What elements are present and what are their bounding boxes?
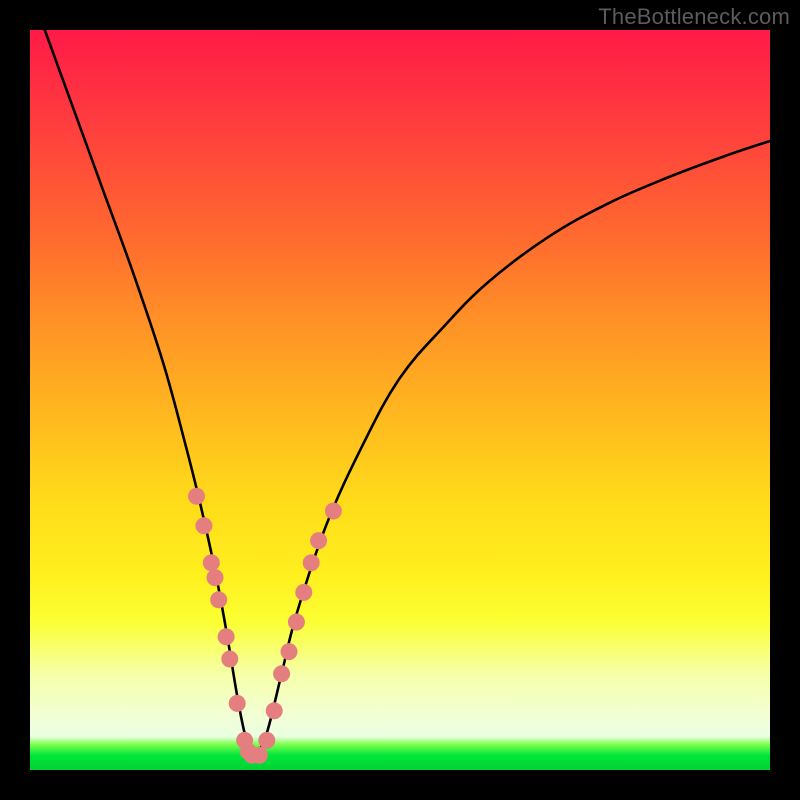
- highlight-dots: [188, 488, 342, 764]
- marker-dot: [325, 503, 342, 520]
- plot-area: [30, 30, 770, 770]
- marker-dot: [218, 628, 235, 645]
- curve-layer: [30, 30, 770, 770]
- bottleneck-curve: [45, 30, 770, 758]
- marker-dot: [258, 732, 275, 749]
- chart-frame: TheBottleneck.com: [0, 0, 800, 800]
- marker-dot: [310, 532, 327, 549]
- marker-dot: [207, 569, 224, 586]
- marker-dot: [188, 488, 205, 505]
- marker-dot: [221, 651, 238, 668]
- marker-dot: [229, 695, 246, 712]
- marker-dot: [281, 643, 298, 660]
- marker-dot: [195, 517, 212, 534]
- watermark-text: TheBottleneck.com: [598, 4, 790, 30]
- marker-dot: [203, 554, 220, 571]
- marker-dot: [303, 554, 320, 571]
- marker-dot: [266, 702, 283, 719]
- marker-dot: [288, 614, 305, 631]
- marker-dot: [251, 747, 268, 764]
- marker-dot: [210, 591, 227, 608]
- marker-dot: [295, 584, 312, 601]
- marker-dot: [273, 665, 290, 682]
